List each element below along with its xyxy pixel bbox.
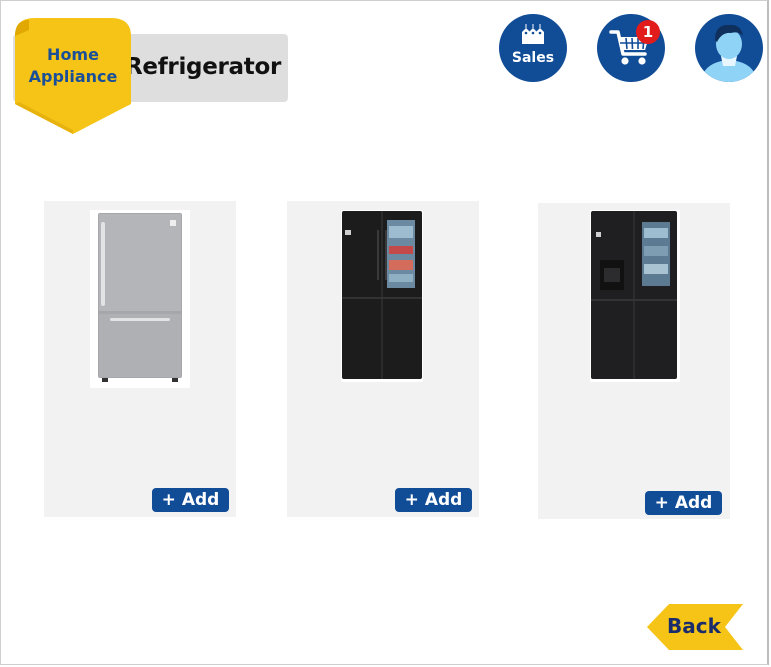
fridge-image bbox=[590, 210, 680, 382]
add-to-cart-button[interactable]: + Add bbox=[645, 491, 722, 515]
ribbon-line-1: Home bbox=[47, 45, 99, 64]
user-avatar-icon bbox=[701, 24, 757, 82]
back-button[interactable] bbox=[647, 604, 743, 650]
product-card: + Add bbox=[287, 201, 479, 517]
price-tags-icon bbox=[522, 24, 544, 44]
ribbon-line-2: Appliance bbox=[28, 67, 118, 86]
sales-label: Sales bbox=[511, 50, 555, 66]
fridge-image bbox=[90, 210, 190, 388]
add-to-cart-button[interactable]: + Add bbox=[395, 488, 472, 512]
ribbon-label: Home Appliance bbox=[13, 44, 133, 88]
cart-count-badge: 1 bbox=[636, 20, 660, 44]
fridge-image bbox=[341, 210, 423, 382]
page-title: Refrigerator bbox=[125, 54, 282, 80]
product-card: + Add bbox=[538, 203, 730, 519]
sales-button[interactable]: Sales bbox=[499, 14, 567, 82]
add-to-cart-button[interactable]: + Add bbox=[152, 488, 229, 512]
product-card: + Add bbox=[44, 201, 236, 517]
profile-button[interactable] bbox=[695, 14, 763, 82]
